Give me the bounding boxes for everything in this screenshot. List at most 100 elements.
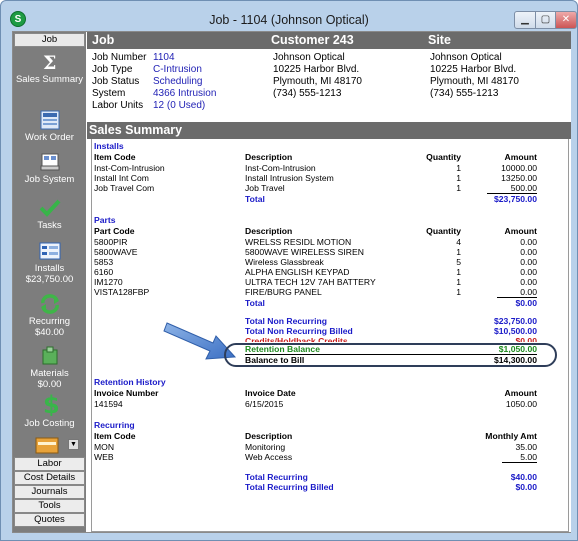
sidebar-item-materials[interactable]: Materials $0.00 bbox=[13, 346, 86, 390]
close-button[interactable]: ✕ bbox=[555, 11, 577, 29]
sidebar-item-recurring[interactable]: Recurring $40.00 bbox=[13, 294, 86, 338]
job-number-value[interactable]: 1104 bbox=[153, 52, 175, 64]
overflow-dropdown-button[interactable]: ▼ bbox=[68, 439, 79, 450]
site-city: Plymouth, MI 48170 bbox=[430, 76, 519, 87]
sidebar-item-installs[interactable]: Installs $23,750.00 bbox=[13, 241, 86, 285]
col-item-code: Item Code bbox=[94, 152, 136, 162]
part-code: 5800WAVE bbox=[94, 247, 138, 257]
sidebar-item-amount: $40.00 bbox=[34, 327, 65, 338]
total-recurring-billed: $0.00 bbox=[515, 482, 537, 492]
quantity: 1 bbox=[456, 287, 461, 297]
description: WRELSS RESIDL MOTION bbox=[245, 237, 352, 247]
header-bar: Job Customer 243 Site bbox=[87, 32, 571, 49]
description: Job Travel bbox=[245, 183, 285, 193]
job-type-label: Job Type bbox=[92, 64, 133, 75]
customer-phone: (734) 555-1213 bbox=[273, 88, 342, 99]
retention-highlight bbox=[224, 343, 557, 367]
quantity: 1 bbox=[456, 173, 461, 183]
svg-text:Σ: Σ bbox=[43, 52, 56, 72]
installs-icon bbox=[39, 242, 60, 260]
col-amount: Amount bbox=[504, 152, 537, 162]
quantity: 5 bbox=[456, 257, 461, 267]
underline bbox=[502, 462, 537, 463]
sidebar-item-sales-summary[interactable]: Σ Sales Summary bbox=[13, 52, 86, 85]
description: Wireless Glassbreak bbox=[245, 257, 324, 267]
sidebar-tab-quotes[interactable]: Quotes bbox=[14, 513, 85, 527]
job-status-value[interactable]: Scheduling bbox=[153, 76, 202, 88]
sidebar-item-tasks[interactable]: Tasks bbox=[13, 198, 86, 231]
description: FIRE/BURG PANEL bbox=[245, 287, 322, 297]
sidebar-item-job-costing[interactable]: $ Job Costing bbox=[13, 392, 86, 429]
sidebar-item-amount: $0.00 bbox=[37, 379, 62, 390]
work-order-icon bbox=[40, 110, 59, 130]
job-type-value[interactable]: C-Intrusion bbox=[153, 64, 202, 76]
installs-total-label: Total bbox=[245, 194, 265, 204]
amount: 0.00 bbox=[520, 247, 537, 257]
parts-total-label: Total bbox=[245, 298, 265, 308]
checkmark-icon bbox=[39, 199, 60, 217]
credits-holdback-label: Credits/Holdback Credits bbox=[245, 336, 348, 342]
invoice-date: 6/15/2015 bbox=[245, 399, 284, 409]
sales-summary-title: Sales Summary bbox=[87, 122, 571, 139]
minimize-button[interactable]: ▁ bbox=[514, 11, 536, 29]
col-amount: Amount bbox=[504, 388, 537, 398]
part-code: VISTA128FBP bbox=[94, 287, 150, 297]
sidebar-tab-journals[interactable]: Journals bbox=[14, 485, 85, 499]
title-bar[interactable]: S Job - 1104 (Johnson Optical) ▁ ▢ ✕ bbox=[1, 1, 577, 31]
col-description: Description bbox=[245, 152, 293, 162]
monthly-amount: 35.00 bbox=[515, 442, 537, 452]
amount: 500.00 bbox=[510, 183, 537, 193]
sidebar-item-label: Sales Summary bbox=[15, 74, 84, 85]
installs-heading[interactable]: Installs bbox=[94, 141, 124, 151]
site-phone: (734) 555-1213 bbox=[430, 88, 499, 99]
job-window: S Job - 1104 (Johnson Optical) ▁ ▢ ✕ Job… bbox=[0, 0, 578, 541]
sidebar-tab-job[interactable]: Job bbox=[14, 33, 85, 47]
sidebar-tab-tools[interactable]: Tools bbox=[14, 499, 85, 513]
parts-heading[interactable]: Parts bbox=[94, 215, 116, 225]
col-item-code: Item Code bbox=[94, 431, 136, 441]
parts-total: $0.00 bbox=[515, 298, 537, 308]
part-code: 5800PIR bbox=[94, 237, 128, 247]
sidebar-item-job-system[interactable]: Job System bbox=[13, 152, 86, 185]
col-description: Description bbox=[245, 226, 293, 236]
dollar-icon: $ bbox=[43, 392, 60, 416]
invoice-number: 141594 bbox=[94, 399, 123, 409]
total-recurring-billed-label: Total Recurring Billed bbox=[245, 482, 334, 492]
sidebar-item-label: Materials bbox=[30, 368, 69, 379]
part-code: IM1270 bbox=[94, 277, 123, 287]
quantity: 1 bbox=[456, 247, 461, 257]
folder-icon[interactable] bbox=[35, 436, 59, 454]
sidebar-tab-cost-details[interactable]: Cost Details bbox=[14, 471, 85, 485]
labor-units-label: Labor Units bbox=[92, 100, 144, 111]
header-site: Site bbox=[428, 33, 451, 47]
recurring-heading[interactable]: Recurring bbox=[94, 420, 135, 430]
sidebar-item-amount: $23,750.00 bbox=[25, 274, 74, 285]
system-value[interactable]: 4366 Intrusion bbox=[153, 88, 216, 100]
sidebar: Job Σ Sales Summary Work Order Job Syste… bbox=[13, 32, 86, 532]
header-customer: Customer 243 bbox=[271, 33, 354, 47]
recurring-icon bbox=[40, 294, 59, 314]
amount: 0.00 bbox=[520, 257, 537, 267]
sidebar-item-label: Job System bbox=[24, 174, 75, 185]
site-info: Johnson Optical 10225 Harbor Blvd. Plymo… bbox=[430, 52, 570, 112]
amount: 0.00 bbox=[520, 277, 537, 287]
description: Inst-Com-Intrusion bbox=[245, 163, 316, 173]
total-non-recurring-billed-label: Total Non Recurring Billed bbox=[245, 326, 353, 336]
amount: 1050.00 bbox=[505, 399, 537, 409]
sidebar-item-work-order[interactable]: Work Order bbox=[13, 110, 86, 143]
site-name: Johnson Optical bbox=[430, 52, 502, 63]
amount: 0.00 bbox=[520, 237, 537, 247]
item-code: Install Int Com bbox=[94, 173, 149, 183]
quantity: 1 bbox=[456, 267, 461, 277]
labor-units-value[interactable]: 12 (0 Used) bbox=[153, 100, 205, 112]
client-area: Job Σ Sales Summary Work Order Job Syste… bbox=[12, 31, 571, 533]
col-invoice-number: Invoice Number bbox=[94, 388, 159, 398]
job-status-label: Job Status bbox=[92, 76, 140, 87]
customer-name: Johnson Optical bbox=[273, 52, 345, 63]
part-code: 6160 bbox=[94, 267, 114, 277]
amount: 0.00 bbox=[520, 287, 537, 297]
description: Monitoring bbox=[245, 442, 286, 452]
maximize-button[interactable]: ▢ bbox=[535, 11, 556, 29]
retention-history-heading[interactable]: Retention History bbox=[94, 377, 166, 387]
sidebar-tab-labor[interactable]: Labor bbox=[14, 457, 85, 471]
